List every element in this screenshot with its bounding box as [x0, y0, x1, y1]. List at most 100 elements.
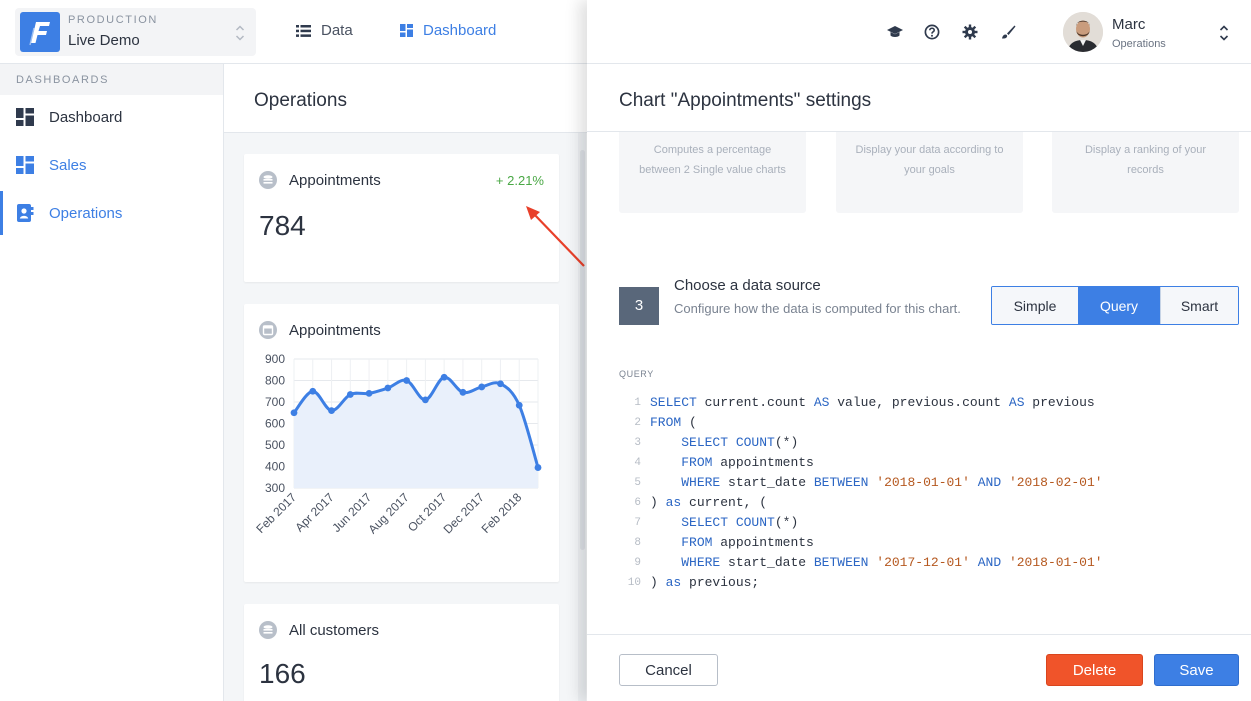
line-number: 10: [627, 577, 641, 589]
page-title: Operations: [254, 90, 347, 111]
code-token: WHERE: [681, 475, 721, 490]
database-icon: [259, 621, 277, 639]
code-token: '2018-02-01': [1008, 475, 1103, 490]
chart-type-description: Display a ranking of your records: [1084, 144, 1207, 176]
code-line[interactable]: 1 SELECT current.count AS value, previous…: [619, 393, 1103, 413]
code-token: previous;: [681, 575, 760, 590]
code-token: as: [665, 575, 682, 590]
step-number-badge: 3: [619, 287, 659, 325]
code-line[interactable]: 8 FROM appointments: [619, 533, 1103, 553]
environment-switcher[interactable]: PRODUCTION Live Demo: [15, 8, 256, 56]
contact-book-icon: [17, 204, 34, 222]
delete-button[interactable]: Delete: [1046, 654, 1143, 686]
graduation-cap-icon[interactable]: [887, 24, 903, 40]
environment-name: Live Demo: [68, 32, 140, 49]
code-line[interactable]: 5 WHERE start_date BETWEEN '2018-01-01' …: [619, 473, 1103, 493]
chevron-up-down-icon[interactable]: [1219, 22, 1229, 44]
user-name[interactable]: Marc: [1112, 16, 1145, 33]
card-title: Appointments: [289, 172, 381, 189]
panel-title: Chart "Appointments" settings: [619, 90, 872, 111]
source-option-query[interactable]: Query: [1078, 287, 1160, 324]
code-line[interactable]: 10) as previous;: [619, 573, 1103, 593]
code-line[interactable]: 7 SELECT COUNT (*): [619, 513, 1103, 533]
environment-label: PRODUCTION: [68, 14, 158, 26]
sidebar-section-label: DASHBOARDS: [0, 64, 223, 95]
y-tick-label: 900: [265, 352, 285, 366]
line-number: 6: [634, 497, 641, 509]
code-token: FROM: [681, 535, 713, 550]
chevron-up-down-icon: [235, 25, 245, 41]
sidebar-item-dashboard[interactable]: Dashboard: [0, 95, 223, 139]
query-editor[interactable]: 1 SELECT current.count AS value, previous…: [619, 393, 1103, 593]
y-tick-label: 400: [265, 460, 285, 474]
x-tick-label: Dec 2017: [441, 490, 487, 536]
help-icon[interactable]: [924, 24, 940, 40]
sidebar-item-label: Operations: [49, 204, 123, 222]
code-token: appointments: [712, 535, 814, 550]
data-source-selector: Simple Query Smart: [991, 286, 1239, 325]
data-point: [440, 373, 448, 381]
sidebar-item-sales[interactable]: Sales: [0, 143, 223, 187]
sidebar-item-operations[interactable]: Operations: [0, 191, 223, 235]
code-token: FROM: [681, 455, 713, 470]
code-token: AS: [1008, 395, 1025, 410]
line-number: 3: [634, 437, 641, 449]
avatar[interactable]: [1063, 12, 1103, 52]
card-title: All customers: [289, 622, 380, 639]
brush-icon[interactable]: [1000, 24, 1016, 40]
line-number: 7: [634, 517, 641, 529]
content-header: Operations: [224, 64, 590, 133]
data-point: [384, 384, 392, 392]
nav-data[interactable]: Data: [296, 22, 353, 39]
chart-card-all-customers[interactable]: All customers 166: [244, 604, 559, 701]
gear-icon[interactable]: [962, 24, 978, 40]
source-option-simple[interactable]: Simple: [992, 287, 1078, 324]
code-token: (*): [774, 515, 799, 530]
code-token: ): [650, 575, 666, 590]
code-token: previous: [1024, 395, 1095, 410]
code-token: start_date: [720, 555, 814, 570]
database-icon: [259, 171, 277, 189]
card-title: Appointments: [289, 322, 381, 339]
sidebar-item-label: Dashboard: [49, 108, 123, 126]
list-icon: [296, 24, 311, 37]
data-point: [497, 380, 504, 388]
save-button[interactable]: Save: [1154, 654, 1239, 686]
code-line[interactable]: 6) as current, (: [619, 493, 1103, 513]
data-point: [478, 383, 486, 391]
chart-type-description: Display your data according to your goal…: [855, 144, 1004, 176]
source-option-smart[interactable]: Smart: [1160, 287, 1238, 324]
panel-top-bar: Marc Operations: [587, 0, 1251, 64]
line-number: 1: [634, 397, 641, 409]
data-point: [459, 388, 467, 396]
chart-card-appointments-line[interactable]: Appointments 300 400 500 600 700 800 900 Feb 20…: [244, 304, 559, 582]
query-label: QUERY: [619, 369, 654, 379]
code-token: SELECT: [650, 395, 697, 410]
cancel-button[interactable]: Cancel: [619, 654, 718, 686]
x-tick-label: Apr 2017: [292, 490, 337, 535]
nav-dashboard[interactable]: Dashboard: [400, 22, 496, 39]
x-tick-label: Feb 2018: [479, 490, 525, 536]
dashboard-grid-icon: [400, 24, 413, 37]
code-line[interactable]: 3 SELECT COUNT (*): [619, 433, 1103, 453]
code-line[interactable]: 9 WHERE start_date BETWEEN '2017-12-01' …: [619, 553, 1102, 573]
y-tick-label: 700: [265, 395, 285, 409]
dashboard-grid-icon: [16, 108, 34, 126]
top-bar: PRODUCTION Live Demo Data Dashboard: [0, 0, 590, 64]
y-tick-label: 500: [265, 438, 285, 452]
code-token: value, previous.count: [829, 395, 1009, 410]
line-number: 4: [634, 457, 641, 469]
code-line[interactable]: 2 FROM (: [619, 413, 1103, 433]
chart-card-appointments-kpi[interactable]: Appointments + 2.21% 784: [244, 154, 559, 282]
panel-footer: Cancel Delete Save: [587, 634, 1251, 701]
code-token: start_date: [720, 475, 814, 490]
code-token: AND: [977, 555, 1002, 570]
code-line[interactable]: 4 FROM appointments: [619, 453, 1103, 473]
